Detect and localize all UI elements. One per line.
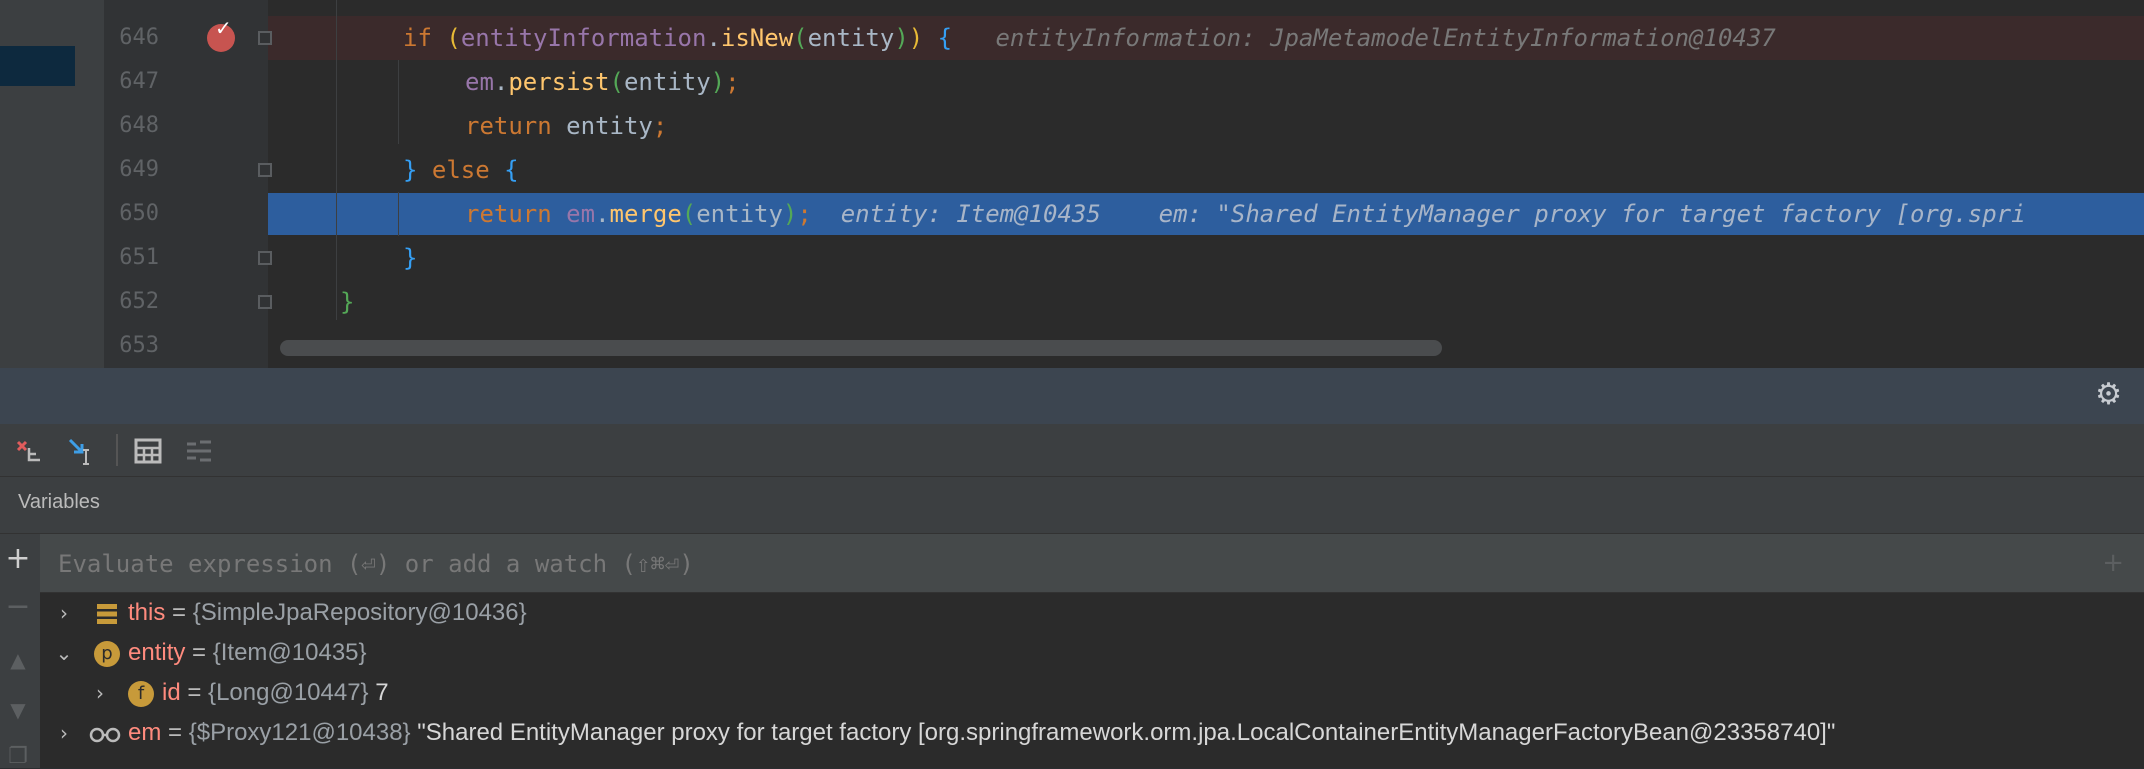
code-line-652[interactable]: } [268, 280, 2144, 324]
variables-title: Variables [18, 491, 100, 513]
variable-name: entity [128, 639, 186, 666]
parameter-icon: p [94, 641, 120, 667]
line-number: 649 [119, 157, 159, 182]
step-into-icon[interactable] [66, 436, 96, 466]
field-icon: f [128, 681, 154, 707]
variable-type: {SimpleJpaRepository@10436} [192, 599, 527, 626]
variable-type: {Item@10435} [212, 639, 367, 666]
debug-toolbar [0, 424, 2144, 477]
chevron-right-icon[interactable]: › [90, 673, 110, 713]
line-number: 652 [119, 289, 159, 314]
project-tree-strip [0, 0, 104, 368]
evaluate-expression-input[interactable] [56, 544, 2050, 584]
variable-type: {$Proxy121@10438} [188, 719, 411, 746]
copy-icon[interactable]: ❐ [0, 746, 36, 768]
minus-icon[interactable]: − [0, 592, 36, 622]
breakpoint-icon[interactable]: ✓ [207, 18, 235, 52]
inline-debug-hint: entityInformation: JpaMetamodelEntityInf… [995, 24, 1776, 52]
evaluate-expression-row: + [40, 534, 2144, 593]
variable-row-em[interactable]: › em = {$Proxy121@10438} "Shared EntityM… [40, 713, 2144, 753]
inline-debug-hint: entity: Item@10435 [840, 200, 1101, 228]
arrow-up-icon[interactable]: ▲ [0, 650, 36, 670]
variables-side-toolbar: + − ▲ ▼ ❐ [0, 534, 40, 768]
line-number: 651 [119, 245, 159, 270]
variable-row-id[interactable]: › f id = {Long@10447} 7 [40, 673, 2144, 713]
variable-value: "Shared EntityManager proxy for target f… [410, 719, 1836, 746]
add-watch-icon[interactable]: + [2102, 548, 2124, 578]
code-line-651[interactable]: } [268, 236, 2144, 280]
code-line-646[interactable]: if (entityInformation.isNew(entity)) { e… [268, 16, 2144, 60]
line-number: 646 [119, 25, 159, 50]
variable-row-entity[interactable]: ⌄ p entity = {Item@10435} [40, 633, 2144, 673]
variable-type: {Long@10447} [208, 679, 369, 706]
code-line-649[interactable]: } else { [268, 148, 2144, 192]
object-icon [97, 604, 117, 624]
code-line-647[interactable]: em.persist(entity); [268, 60, 2144, 104]
horizontal-scrollbar[interactable] [280, 340, 1442, 356]
restore-layout-icon[interactable] [14, 436, 44, 466]
variables-tree: › this = {SimpleJpaRepository@10436} ⌄ p… [40, 593, 2144, 768]
arrow-down-icon[interactable]: ▼ [0, 700, 36, 720]
line-number: 648 [119, 113, 159, 138]
tree-selection [0, 46, 75, 86]
code-line-648[interactable]: return entity; [268, 104, 2144, 148]
gear-icon[interactable]: ⚙ [2095, 380, 2122, 410]
line-number: 650 [119, 201, 159, 226]
line-number: 647 [119, 69, 159, 94]
chevron-right-icon[interactable]: › [54, 713, 74, 753]
plus-icon[interactable]: + [0, 544, 36, 574]
chevron-right-icon[interactable]: › [54, 593, 74, 633]
variables-header: Variables [0, 477, 2144, 534]
chevron-down-icon[interactable]: ⌄ [54, 633, 74, 673]
line-number: 653 [119, 333, 159, 358]
watch-glasses-icon [89, 727, 121, 743]
debug-panel-header: ⚙ [0, 368, 2144, 424]
variable-name: id [162, 679, 181, 706]
variable-row-this[interactable]: › this = {SimpleJpaRepository@10436} [40, 593, 2144, 633]
variable-name: em [128, 719, 162, 746]
variable-name: this [128, 599, 166, 626]
toolbar-separator [116, 434, 118, 466]
frames-icon[interactable] [184, 436, 214, 466]
variable-value: 7 [368, 679, 389, 706]
code-editor[interactable]: 646 647 648 649 650 651 652 653 ✓ if (en… [0, 0, 2144, 368]
calculator-icon[interactable] [133, 436, 163, 466]
inline-debug-hint: em: "Shared EntityManager proxy for targ… [1158, 200, 2026, 228]
code-line-650[interactable]: return em.merge(entity); entity: Item@10… [268, 192, 2144, 236]
